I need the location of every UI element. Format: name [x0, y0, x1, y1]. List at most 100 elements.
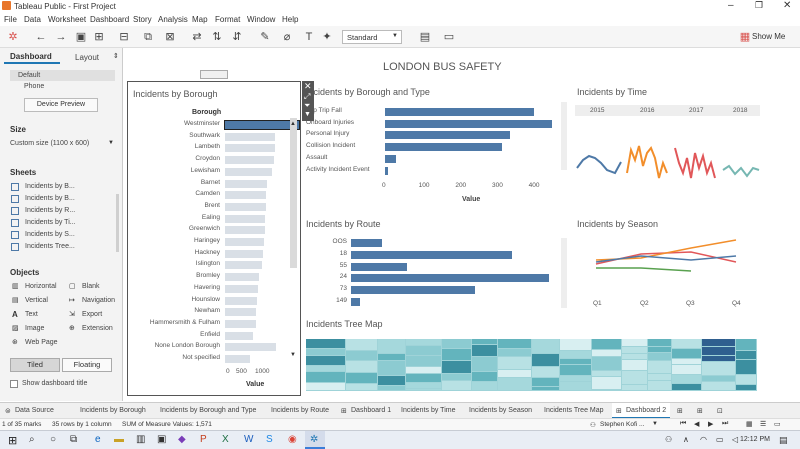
object-text[interactable]: Text: [25, 311, 38, 318]
clock-time[interactable]: 12:12 PM: [740, 436, 770, 443]
filter-icon[interactable]: ⏷: [304, 101, 310, 111]
minimize-icon[interactable]: –: [728, 0, 734, 11]
season-line-chart[interactable]: [591, 234, 746, 294]
sort-asc-icon[interactable]: ⇅: [210, 30, 224, 44]
user-icon[interactable]: ⚇: [665, 435, 672, 444]
swap-icon[interactable]: ⇄: [190, 30, 204, 44]
sheet-item[interactable]: Incidents by S...: [25, 231, 75, 238]
chrome-icon[interactable]: ◉: [288, 434, 297, 445]
new-sheet-icon[interactable]: ⊟: [117, 30, 131, 44]
list-view-icon[interactable]: ☰: [760, 420, 766, 428]
drag-handle[interactable]: [200, 70, 228, 79]
store-icon[interactable]: ▥: [136, 434, 145, 445]
size-select[interactable]: Custom size (1100 x 600): [10, 140, 89, 147]
notifications-icon[interactable]: ▤: [779, 435, 788, 446]
tab-dashboard-2[interactable]: Dashboard 2: [626, 407, 666, 414]
sheet-item[interactable]: Incidents by B...: [25, 183, 75, 190]
group-icon[interactable]: ⌀: [280, 30, 294, 44]
app-icon[interactable]: ◆: [178, 434, 186, 445]
nav-first-icon[interactable]: ⏮: [680, 420, 686, 428]
chevron-up-icon[interactable]: ∧: [683, 435, 689, 444]
chevron-down-icon[interactable]: ▼: [652, 421, 658, 427]
skype-icon[interactable]: S: [266, 434, 273, 445]
menu-story[interactable]: Story: [133, 15, 152, 24]
time-line-chart[interactable]: [575, 118, 760, 198]
grid-view-icon[interactable]: ▦: [746, 420, 753, 428]
menu-window[interactable]: Window: [247, 15, 275, 24]
menu-analysis[interactable]: Analysis: [158, 15, 188, 24]
fit-icon[interactable]: ▤: [418, 30, 432, 44]
tab-incidents-by-borough-type[interactable]: Incidents by Borough and Type: [160, 407, 256, 414]
view-select[interactable]: Standard ▼: [342, 30, 402, 44]
undo-icon[interactable]: ←: [34, 30, 48, 44]
label-icon[interactable]: T: [302, 30, 316, 44]
borough-scrollbar[interactable]: [290, 118, 297, 268]
nav-next-icon[interactable]: ▶: [708, 420, 713, 428]
windows-start-icon[interactable]: ⊞: [8, 434, 17, 447]
object-export[interactable]: Export: [82, 311, 102, 318]
object-vertical[interactable]: Vertical: [25, 297, 48, 304]
floating-toggle[interactable]: Floating: [62, 358, 112, 372]
new-datasource-icon[interactable]: ⊞: [92, 30, 106, 44]
highlight-icon[interactable]: ✎: [258, 30, 272, 44]
cortana-icon[interactable]: ○: [50, 434, 56, 445]
user-name[interactable]: Stephen Kofi ...: [600, 421, 644, 428]
show-me-icon[interactable]: ▦: [738, 30, 752, 44]
nav-prev-icon[interactable]: ◀: [694, 420, 699, 428]
tree-map[interactable]: [306, 339, 757, 391]
new-story-icon[interactable]: ⊡: [717, 407, 723, 415]
menu-file[interactable]: File: [4, 15, 17, 24]
search-icon[interactable]: ⌕: [29, 434, 35, 445]
tab-incidents-by-time[interactable]: Incidents by Time: [401, 407, 455, 414]
excel-icon[interactable]: X: [222, 434, 229, 445]
menu-map[interactable]: Map: [192, 15, 208, 24]
save-icon[interactable]: ▣: [74, 30, 88, 44]
file-explorer-icon[interactable]: ▬: [114, 434, 124, 445]
volume-icon[interactable]: ◁: [732, 435, 738, 444]
menu-format[interactable]: Format: [215, 15, 240, 24]
object-web-page[interactable]: Web Page: [25, 339, 58, 346]
object-image[interactable]: Image: [25, 325, 44, 332]
task-view-icon[interactable]: ⧉: [70, 434, 77, 445]
type-scrollbar[interactable]: [561, 102, 567, 170]
presentation-icon[interactable]: ▭: [442, 30, 456, 44]
maximize-icon[interactable]: ❐: [755, 0, 763, 11]
tableau-start-icon[interactable]: ✲: [6, 30, 20, 44]
filmstrip-view-icon[interactable]: ▭: [774, 420, 781, 428]
battery-icon[interactable]: ▭: [716, 435, 724, 444]
tab-data-source[interactable]: Data Source: [15, 407, 54, 414]
sort-desc-icon[interactable]: ⇵: [230, 30, 244, 44]
tiled-toggle[interactable]: Tiled: [10, 358, 60, 372]
borough-panel[interactable]: Incidents by Borough Borough Westminster…: [127, 70, 301, 396]
redo-icon[interactable]: →: [54, 30, 68, 44]
close-icon[interactable]: ✕: [304, 81, 312, 92]
sheets-scrollbar[interactable]: [116, 194, 119, 252]
tab-dashboard-1[interactable]: Dashboard 1: [351, 407, 391, 414]
new-dashboard-icon[interactable]: ⊞: [697, 407, 703, 415]
new-worksheet-icon[interactable]: ⊞: [677, 407, 683, 415]
device-phone[interactable]: Phone: [24, 83, 44, 90]
sheet-item[interactable]: Incidents Tree...: [25, 243, 75, 250]
more-options-icon[interactable]: ▼: [304, 111, 311, 118]
powerpoint-icon[interactable]: P: [200, 434, 207, 445]
nav-last-icon[interactable]: ⏭: [722, 420, 728, 428]
object-horizontal[interactable]: Horizontal: [25, 283, 57, 290]
duplicate-icon[interactable]: ⧉: [141, 30, 155, 44]
object-blank[interactable]: Blank: [82, 283, 100, 290]
wifi-icon[interactable]: ◠: [700, 435, 707, 444]
tab-incidents-tree-map[interactable]: Incidents Tree Map: [544, 407, 604, 414]
route-scrollbar[interactable]: [561, 238, 567, 308]
menu-help[interactable]: Help: [282, 15, 298, 24]
close-icon[interactable]: ✕: [783, 0, 791, 11]
tab-incidents-by-route[interactable]: Incidents by Route: [271, 407, 329, 414]
object-extension[interactable]: Extension: [82, 325, 113, 332]
pin-icon[interactable]: ✦: [320, 30, 334, 44]
tab-incidents-by-borough[interactable]: Incidents by Borough: [80, 407, 146, 414]
tab-layout[interactable]: Layout: [75, 53, 99, 62]
sheet-item[interactable]: Incidents by R...: [25, 207, 75, 214]
menu-worksheet[interactable]: Worksheet: [48, 15, 86, 24]
tab-dashboard[interactable]: Dashboard: [10, 52, 52, 61]
chevron-down-icon[interactable]: ▼: [108, 140, 114, 146]
edge-icon[interactable]: e: [95, 434, 101, 445]
scroll-down-icon[interactable]: ▼: [290, 352, 296, 358]
